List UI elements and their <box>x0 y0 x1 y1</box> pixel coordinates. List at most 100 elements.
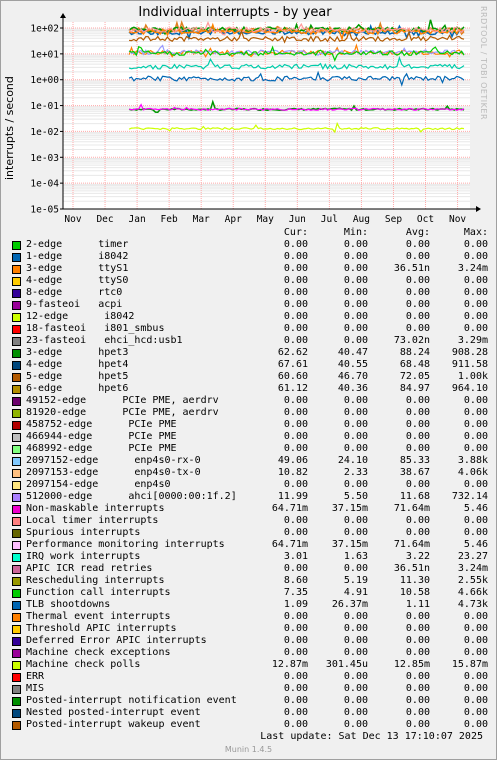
legend-max-value: 0.00 <box>463 515 488 526</box>
legend-max-value: 15.87m <box>451 659 488 670</box>
legend-cur-value: 12.87m <box>271 659 308 670</box>
legend-cur-value: 0.00 <box>283 311 308 322</box>
legend-row: 12-edge i8042 0.00 0.00 0.00 0.00 <box>12 311 492 323</box>
legend-cur-value: 0.00 <box>283 395 308 406</box>
x-tick-label: Nov <box>449 214 466 225</box>
legend-max-value: 0.00 <box>463 323 488 334</box>
legend-series-name: 2097153-edge enp4s0-tx-0 <box>26 467 201 478</box>
legend-swatch <box>12 337 21 346</box>
x-tick-label: Sep <box>385 214 402 225</box>
x-tick-label: Apr <box>225 214 242 225</box>
legend-min-value: 0.00 <box>343 287 368 298</box>
legend-swatch <box>12 601 21 610</box>
legend-swatch <box>12 433 21 442</box>
legend-cur-value: 60.60 <box>277 371 308 382</box>
legend-row: Deferred Error APIC interrupts 0.00 0.00 0.… <box>12 635 492 647</box>
legend-swatch <box>12 649 21 658</box>
legend-cur-value: 0.00 <box>283 515 308 526</box>
legend-swatch <box>12 721 21 730</box>
legend-cur-value: 0.00 <box>283 635 308 646</box>
legend-swatch <box>12 673 21 682</box>
legend-swatch <box>12 301 21 310</box>
legend-row: Performance monitoring interrupts 64.71m 3… <box>12 539 492 551</box>
legend-avg-value: 0.00 <box>405 311 430 322</box>
legend-series-name: Threshold APIC interrupts <box>26 623 177 634</box>
legend-row: 8-edge rtc0 0.00 0.00 0.00 0.00 <box>12 287 492 299</box>
legend-swatch <box>12 625 21 634</box>
x-tick-label: Feb <box>161 214 178 225</box>
legend-series-name: 49152-edge PCIe PME, aerdrv <box>26 395 219 406</box>
legend-min-value: 0.00 <box>343 671 368 682</box>
legend-max-value: 908.28 <box>451 347 488 358</box>
legend-swatch <box>12 241 21 250</box>
legend-min-value: 0.00 <box>343 335 368 346</box>
legend-row: Non-maskable interrupts 64.71m 37.15m 71.64… <box>12 503 492 515</box>
legend-avg-value: 36.51n <box>393 563 430 574</box>
legend-min-value: 0.00 <box>343 311 368 322</box>
legend-min-value: 0.00 <box>343 635 368 646</box>
legend-min-value: 0.00 <box>343 431 368 442</box>
legend-series-name: 4-edge hpet4 <box>26 359 129 370</box>
legend-series-name: 1-edge i8042 <box>26 251 129 262</box>
legend-swatch <box>12 553 21 562</box>
legend-swatch <box>12 445 21 454</box>
legend-avg-value: 0.00 <box>405 287 430 298</box>
legend-series-name: Function call interrupts <box>26 587 171 598</box>
legend-series-name: ERR <box>26 671 45 682</box>
legend-cur-value: 64.71m <box>271 539 308 550</box>
legend-avg-value: 0.00 <box>405 707 430 718</box>
legend-max-value: 3.88k <box>457 455 488 466</box>
x-tick-label: Aug <box>353 214 370 225</box>
legend-min-value: 40.36 <box>337 383 368 394</box>
legend-cur-value: 64.71m <box>271 503 308 514</box>
legend-swatch <box>12 685 21 694</box>
legend-row: Machine check exceptions 0.00 0.00 0.00 0.00 <box>12 647 492 659</box>
legend-cur-value: 62.62 <box>277 347 308 358</box>
legend-swatch <box>12 253 21 262</box>
legend-max-value: 0.00 <box>463 479 488 490</box>
legend-avg-value: 0.00 <box>405 419 430 430</box>
legend-row: Thermal event interrupts 0.00 0.00 0.00 0.00 <box>12 611 492 623</box>
legend-cur-value: 0.00 <box>283 323 308 334</box>
legend-min-value: 40.55 <box>337 359 368 370</box>
munin-version: Munin 1.4.5 <box>224 745 273 754</box>
legend-max-value: 0.00 <box>463 695 488 706</box>
legend-cur-value: 0.00 <box>283 419 308 430</box>
legend-cur-value: 11.99 <box>277 491 308 502</box>
legend-max-value: 5.46 <box>463 539 488 550</box>
legend-avg-value: 11.68 <box>399 491 430 502</box>
legend-max-value: 0.00 <box>463 431 488 442</box>
y-tick-label: 1e-03 <box>30 153 59 164</box>
legend-max-value: 4.73k <box>457 599 488 610</box>
legend-min-value: 46.70 <box>337 371 368 382</box>
legend-row: MIS 0.00 0.00 0.00 0.00 <box>12 683 492 695</box>
legend-avg-value: 3.22 <box>405 551 430 562</box>
legend-series-name: Local timer interrupts <box>26 515 159 526</box>
legend-series-name: Nested posted-interrupt event <box>26 707 201 718</box>
legend-avg-value: 0.00 <box>405 695 430 706</box>
legend-series-name: Deferred Error APIC interrupts <box>26 635 207 646</box>
legend-cur-value: 0.00 <box>283 719 308 730</box>
legend-cur-value: 0.00 <box>283 275 308 286</box>
legend-cur-value: 0.00 <box>283 299 308 310</box>
legend-row: 3-edge hpet3 62.62 40.47 88.24 908.28 <box>12 347 492 359</box>
legend-series-name: 458752-edge PCIe PME <box>26 419 177 430</box>
legend-header: Cur: Min: Avg: Max: <box>12 227 492 239</box>
legend-swatch <box>12 349 21 358</box>
legend-swatch <box>12 589 21 598</box>
legend-swatch <box>12 481 21 490</box>
legend-series-name: 8-edge rtc0 <box>26 287 123 298</box>
legend-max-value: 0.00 <box>463 527 488 538</box>
y-tick-label: 1e+02 <box>30 24 59 35</box>
legend-row: IRQ work interrupts 3.01 1.63 3.22 23.27 <box>12 551 492 563</box>
legend-min-value: 0.00 <box>343 479 368 490</box>
legend-swatch <box>12 277 21 286</box>
legend-series-name: 2097154-edge enp4s0 <box>26 479 171 490</box>
legend-series-name: 3-edge ttyS1 <box>26 263 129 274</box>
last-update: Last update: Sat Dec 13 17:10:07 2025 <box>260 731 483 742</box>
legend-swatch <box>12 709 21 718</box>
legend-max-value: 0.00 <box>463 251 488 262</box>
legend-min-value: 0.00 <box>343 251 368 262</box>
legend-swatch <box>12 313 21 322</box>
legend-max-value: 964.10 <box>451 383 488 394</box>
